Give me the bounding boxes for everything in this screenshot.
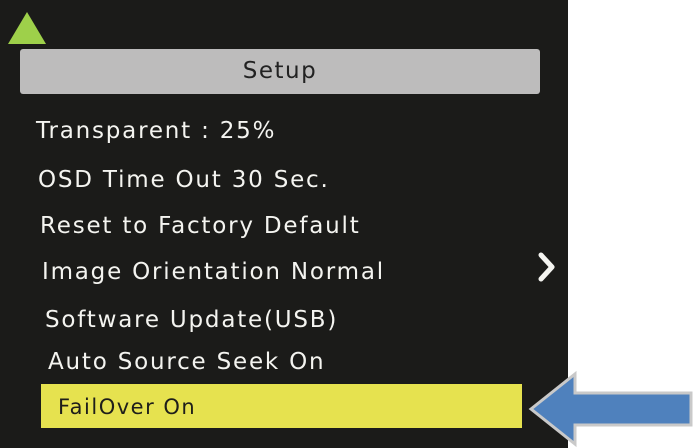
chevron-right-icon[interactable] — [538, 252, 556, 282]
arrow-left-icon — [528, 370, 693, 448]
scroll-up-icon[interactable] — [8, 12, 46, 44]
menu-item-auto-source-seek[interactable]: Auto Source Seek On — [48, 347, 325, 377]
menu-item-image-orientation[interactable]: Image Orientation Normal — [42, 257, 385, 287]
menu-item-transparent[interactable]: Transparent : 25% — [36, 116, 276, 146]
menu-item-software-update[interactable]: Software Update(USB) — [45, 305, 338, 335]
menu-item-reset-factory-default[interactable]: Reset to Factory Default — [40, 211, 361, 241]
menu-item-failover-selected[interactable]: FailOver On — [41, 384, 522, 428]
osd-menu-screen: Setup Transparent : 25% OSD Time Out 30 … — [0, 0, 568, 448]
menu-title: Setup — [20, 49, 540, 94]
menu-item-osd-time-out[interactable]: OSD Time Out 30 Sec. — [38, 165, 330, 195]
